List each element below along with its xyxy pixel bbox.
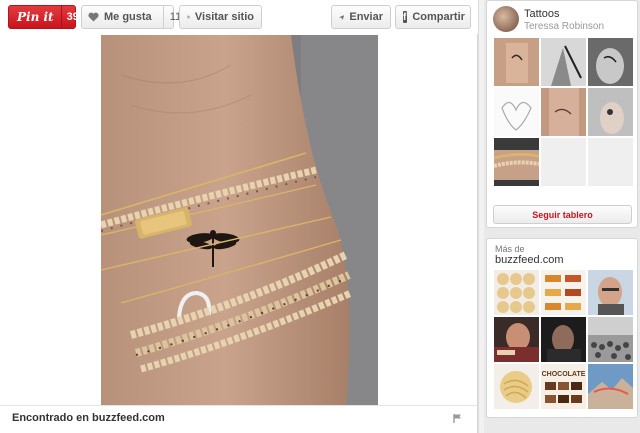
board-thumbnail[interactable] bbox=[494, 88, 539, 136]
found-on-text[interactable]: Encontrado en buzzfeed.com bbox=[12, 412, 165, 424]
board-thumbnail[interactable] bbox=[494, 38, 539, 86]
heart-icon bbox=[88, 12, 99, 22]
board-panel: Tattoos Teressa Robinson Seguir tablero bbox=[486, 0, 638, 228]
board-thumbnail[interactable] bbox=[541, 138, 586, 186]
more-thumbnail[interactable] bbox=[588, 364, 633, 409]
pin-source-footer: Encontrado en buzzfeed.com bbox=[0, 405, 478, 433]
pin-card: Pin it 39 Me gusta 11 Visitar sitio Envi… bbox=[0, 0, 478, 433]
like-label: Me gusta bbox=[104, 11, 152, 23]
board-thumbnail[interactable] bbox=[494, 138, 539, 186]
board-thumbnail[interactable] bbox=[541, 38, 586, 86]
board-thumbnail[interactable] bbox=[588, 138, 633, 186]
more-thumbnails: CHOCOLATE bbox=[494, 270, 633, 409]
board-thumbnail[interactable] bbox=[588, 38, 633, 86]
send-label: Enviar bbox=[349, 11, 383, 23]
avatar[interactable] bbox=[493, 6, 519, 32]
board-owner[interactable]: Teressa Robinson bbox=[524, 21, 604, 32]
board-header[interactable]: Tattoos Teressa Robinson bbox=[493, 6, 633, 32]
like-button[interactable]: Me gusta 11 bbox=[81, 5, 181, 29]
share-button[interactable]: f Compartir bbox=[395, 5, 471, 29]
pin-count: 39 bbox=[66, 11, 79, 23]
facebook-icon: f bbox=[403, 11, 408, 23]
more-thumbnail[interactable] bbox=[494, 270, 539, 315]
visit-site-label: Visitar sitio bbox=[194, 11, 254, 23]
wrist-tattoo-photo bbox=[101, 35, 378, 405]
more-from-label: Más de bbox=[495, 244, 525, 254]
more-from-source[interactable]: buzzfeed.com bbox=[495, 254, 563, 266]
follow-board-button[interactable]: Seguir tablero bbox=[493, 205, 632, 224]
more-thumbnail[interactable] bbox=[494, 317, 539, 362]
send-button[interactable]: Enviar bbox=[331, 5, 391, 29]
like-label-group: Me gusta bbox=[82, 6, 158, 28]
more-thumbnail[interactable] bbox=[541, 270, 586, 315]
more-thumbnail[interactable] bbox=[494, 364, 539, 409]
more-thumbnail[interactable] bbox=[588, 270, 633, 315]
scrollbar[interactable] bbox=[478, 0, 484, 433]
board-thumbnail[interactable] bbox=[588, 88, 633, 136]
more-thumbnail[interactable] bbox=[588, 317, 633, 362]
pin-image[interactable] bbox=[101, 35, 378, 405]
chocolate-label: CHOCOLATE bbox=[542, 371, 586, 378]
more-thumbnail[interactable] bbox=[541, 317, 586, 362]
paper-plane-icon bbox=[339, 14, 345, 20]
pin-it-button[interactable]: Pin it 39 bbox=[8, 5, 79, 29]
pin-it-label: Pin it bbox=[9, 6, 62, 28]
more-thumbnail[interactable]: CHOCOLATE bbox=[541, 364, 586, 409]
share-label: Compartir bbox=[412, 11, 465, 23]
globe-icon bbox=[187, 15, 190, 19]
board-thumbnails bbox=[494, 38, 633, 186]
board-title[interactable]: Tattoos bbox=[524, 8, 559, 20]
pin-toolbar: Pin it 39 Me gusta 11 Visitar sitio Envi… bbox=[0, 0, 478, 34]
flag-icon[interactable] bbox=[453, 414, 462, 423]
visit-site-button[interactable]: Visitar sitio bbox=[179, 5, 262, 29]
board-thumbnail[interactable] bbox=[541, 88, 586, 136]
more-from-panel: Más de buzzfeed.com CHOCOLATE bbox=[486, 238, 638, 418]
